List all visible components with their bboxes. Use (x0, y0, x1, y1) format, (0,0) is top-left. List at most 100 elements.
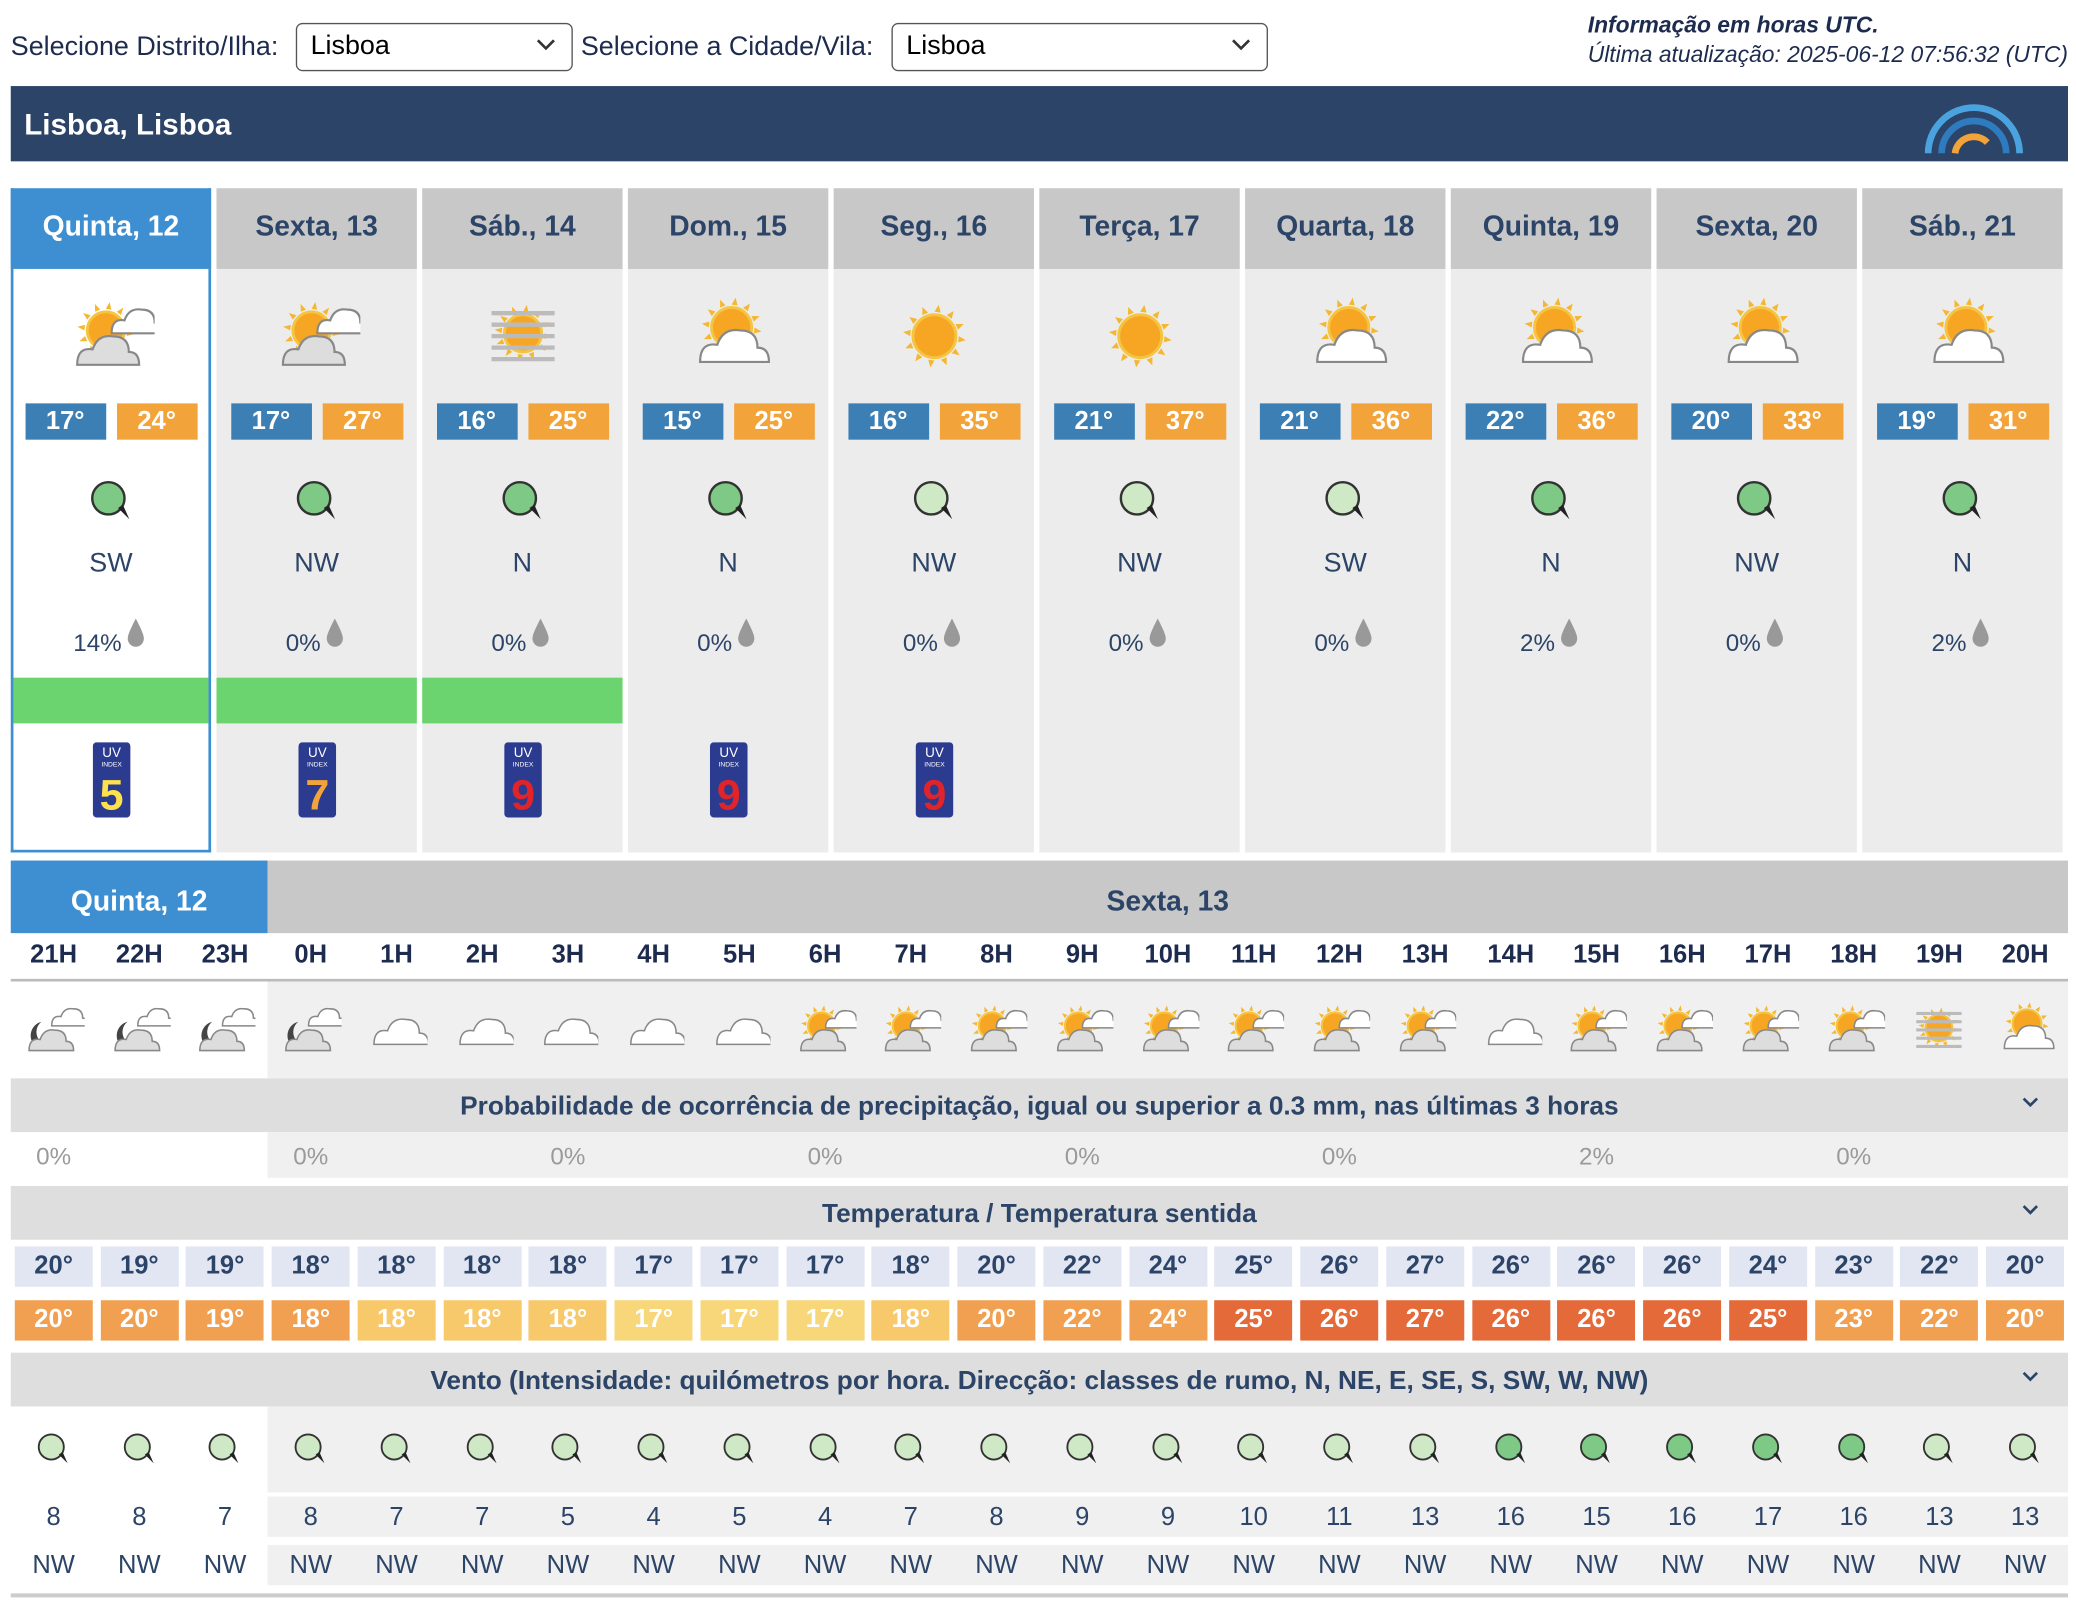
day-label[interactable]: Sexta, 20 (1656, 188, 1857, 269)
svg-text:INDEX: INDEX (924, 761, 945, 768)
hourly-temp: 26° (1643, 1246, 1722, 1287)
day-column[interactable]: Quinta, 12 17° 24° SW 14% UV INDEX 5 (10, 188, 212, 853)
precip-section-header[interactable]: Probabilidade de ocorrência de precipita… (10, 1078, 2068, 1133)
hourly-wind-direction: NW (289, 1551, 333, 1580)
hourly-precip: 0% (293, 1142, 329, 1170)
daily-forecast: Quinta, 12 17° 24° SW 14% UV INDEX 5 Sexta… (10, 188, 2068, 853)
wind-direction: N (1541, 548, 1561, 579)
sun-cloud-cloud-icon (1656, 1005, 1714, 1052)
day-label[interactable]: Quinta, 19 (1450, 188, 1652, 269)
cloud-icon (630, 1018, 685, 1046)
wind-speed: 4 (646, 1503, 661, 1532)
hour-label: 19H (1915, 941, 1963, 970)
hourly-wind-direction: NW (1746, 1551, 1790, 1580)
hourly-temp: 22° (1043, 1246, 1122, 1287)
precip-probability: 0% (1314, 629, 1350, 657)
wind-direction-icon (380, 1433, 411, 1464)
hourly-feels-like: 17° (614, 1300, 693, 1341)
district-select[interactable]: Lisboa (295, 22, 573, 72)
precip-probability: 2% (1520, 629, 1556, 657)
wind-direction: N (1952, 548, 1973, 579)
hour-label: 8H (980, 941, 1013, 970)
chevron-down-icon (2022, 1371, 2039, 1382)
wind-speed: 8 (46, 1503, 61, 1532)
hourly-day-right[interactable]: Sexta, 13 (267, 860, 2068, 934)
hourly-feels-like: 17° (786, 1300, 865, 1341)
wind-direction-icon (1324, 480, 1364, 520)
day-label[interactable]: Quinta, 12 (10, 188, 212, 269)
hours-row: 21H 22H 23H 0H 1H 2H 3H 4H 5H 6H 7H 8H 9H 10H 11H 12H 13… (10, 933, 2068, 982)
sun-cloud-cloud-icon (1571, 1005, 1628, 1052)
cloud-icon (715, 1018, 771, 1046)
top-bar: Selecione Distrito/Ilha: Lisboa Selecion… (10, 12, 2068, 78)
wind-speed: 9 (1160, 1503, 1176, 1532)
chevron-down-icon (2022, 1097, 2039, 1108)
day-column[interactable]: Sáb., 21 19° 31° N 2% (1862, 188, 2063, 853)
sun-cloud-icon (1315, 297, 1387, 364)
sun-icon (1108, 304, 1171, 368)
hourly-precip (1125, 1132, 1211, 1178)
day-column[interactable]: Terça, 17 21° 37° NW 0% (1039, 188, 1240, 853)
svg-text:UV: UV (719, 745, 738, 760)
day-column[interactable]: Sexta, 13 17° 27° NW 0% UV INDEX 7 (216, 188, 417, 853)
raindrop-icon (127, 617, 144, 647)
day-label[interactable]: Dom., 15 (627, 188, 829, 269)
day-column[interactable]: Quinta, 19 22° 36° N 2% (1450, 188, 1652, 853)
max-temp: 33° (1762, 403, 1843, 440)
hourly-temp: 18° (443, 1246, 522, 1287)
day-label[interactable]: Sexta, 13 (216, 188, 417, 269)
hourly-temp: 26° (1471, 1246, 1550, 1287)
hourly-temp: 20° (957, 1246, 1036, 1287)
hourly-day-left[interactable]: Quinta, 12 (10, 860, 268, 934)
min-temp: 22° (1464, 403, 1546, 440)
day-label[interactable]: Seg., 16 (833, 188, 1034, 269)
day-column[interactable]: Sexta, 20 20° 33° NW 0% (1656, 188, 1857, 853)
city-select[interactable]: Lisboa (891, 22, 1268, 72)
city-select-value: Lisboa (906, 30, 986, 61)
day-label[interactable]: Sáb., 14 (422, 188, 623, 269)
raindrop-icon (326, 617, 343, 647)
hourly-precip (868, 1132, 954, 1178)
hour-label: 16H (1658, 941, 1706, 970)
fog-sun-icon (490, 304, 554, 362)
day-label[interactable]: Quarta, 18 (1245, 188, 1446, 269)
hourly-precip (1468, 1132, 1554, 1178)
hour-label: 20H (2001, 941, 2049, 970)
wind-direction: N (718, 548, 738, 579)
sun-cloud-cloud-icon (799, 1005, 857, 1052)
district-label: Selecione Distrito/Ilha: (10, 32, 279, 62)
wind-direction-icon (980, 1433, 1011, 1464)
hourly-temp: 20° (1986, 1246, 2065, 1287)
hourly-temp: 17° (786, 1246, 865, 1287)
hourly-wind-direction: NW (1146, 1551, 1190, 1580)
hourly-feels-like: 26° (1557, 1300, 1636, 1341)
hour-label: 4H (637, 941, 670, 970)
day-column[interactable]: Sáb., 14 16° 25° N 0% UV INDEX 9 (422, 188, 623, 853)
max-temp: 25° (733, 403, 815, 440)
uv-index-icon: UVINDEX 7 (297, 742, 336, 818)
hourly-precip: 0% (1836, 1142, 1872, 1170)
hourly-precip (1382, 1132, 1468, 1178)
min-temp: 15° (642, 403, 723, 440)
temp-section-header[interactable]: Temperatura / Temperatura sentida (10, 1185, 2068, 1240)
hourly-temp: 17° (700, 1246, 779, 1287)
day-column[interactable]: Dom., 15 15° 25° N 0% UV INDEX 9 (627, 188, 829, 853)
wind-speed: 7 (475, 1503, 490, 1532)
fog-sun-icon (1916, 1007, 1963, 1049)
day-column[interactable]: Quarta, 18 21° 36° SW 0% (1245, 188, 1446, 853)
wind-speed: 5 (732, 1503, 747, 1532)
ipma-logo-icon (1924, 104, 2023, 154)
cloud-icon (1487, 1018, 1542, 1046)
hourly-feels-like: 18° (443, 1300, 522, 1341)
day-label[interactable]: Terça, 17 (1039, 188, 1240, 269)
hourly-precip: 0% (36, 1142, 72, 1170)
wind-section-header[interactable]: Vento (Intensidade: quilómetros por hora… (10, 1352, 2068, 1407)
day-column[interactable]: Seg., 16 16° 35° NW 0% UV INDEX 9 (833, 188, 1034, 853)
hourly-temp: 24° (1728, 1246, 1807, 1287)
max-temp: 36° (1350, 403, 1432, 440)
location-title: Lisboa, Lisboa (24, 107, 232, 142)
wind-direction-icon (1323, 1433, 1354, 1464)
uv-index-icon: UVINDEX 5 (92, 742, 130, 818)
hour-label: 7H (894, 941, 928, 970)
day-label[interactable]: Sáb., 21 (1862, 188, 2063, 269)
